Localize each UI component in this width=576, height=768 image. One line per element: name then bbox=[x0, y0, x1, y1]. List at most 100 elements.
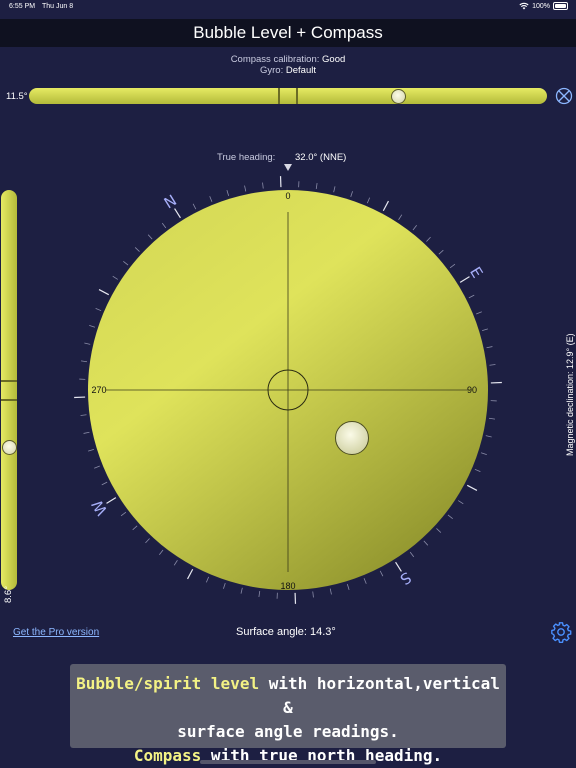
compass-tick bbox=[223, 582, 226, 589]
status-time: 6:55 PM bbox=[9, 3, 36, 10]
vertical-center-mark-top bbox=[1, 380, 17, 382]
compass-tick bbox=[458, 500, 464, 505]
compass-tick bbox=[134, 247, 140, 252]
compass-tick bbox=[329, 588, 332, 595]
compass-tick bbox=[101, 481, 108, 486]
compass-tick bbox=[89, 325, 96, 328]
compass-tick bbox=[83, 431, 90, 434]
vertical-bubble bbox=[1, 440, 17, 456]
dial-label-270: 270 bbox=[91, 385, 106, 395]
true-heading-value: 32.0° (NNE) bbox=[295, 152, 347, 163]
compass-tick bbox=[412, 225, 417, 231]
compass-tick bbox=[485, 435, 492, 438]
compass-tick bbox=[240, 587, 243, 594]
compass-calibration-line: Compass calibration: Good bbox=[0, 54, 576, 65]
dial-label-180: 180 bbox=[280, 581, 295, 591]
true-heading-label: True heading: bbox=[217, 152, 276, 163]
promo-line-2: surface angle readings. bbox=[177, 722, 399, 741]
cardinal-e: E bbox=[466, 264, 486, 282]
compass-tick bbox=[346, 584, 350, 590]
surface-angle-label: Surface angle: 14.3° bbox=[236, 626, 336, 638]
compass-calibration-value: Good bbox=[322, 54, 346, 65]
compass-tick bbox=[379, 570, 384, 577]
compass-tick bbox=[486, 346, 493, 349]
vertical-angle-label: 8.6° bbox=[3, 585, 14, 603]
compass-tick bbox=[174, 208, 181, 219]
compass-tick bbox=[209, 196, 213, 202]
compass-tick bbox=[106, 497, 117, 504]
compass-tick bbox=[95, 307, 102, 312]
gear-icon[interactable] bbox=[550, 621, 572, 643]
compass-tick bbox=[80, 360, 88, 363]
promo-line-1-rest: with horizontal,vertical & bbox=[259, 674, 500, 717]
gyro-label: Gyro: bbox=[260, 65, 284, 76]
dial-label-90: 90 bbox=[467, 385, 477, 395]
compass-tick bbox=[488, 417, 496, 420]
compass-tick bbox=[398, 214, 403, 220]
app-title: Bubble Level + Compass bbox=[193, 23, 383, 42]
promo-line-1: Bubble/spirit level with horizontal,vert… bbox=[70, 672, 506, 720]
title-bar: Bubble Level + Compass bbox=[0, 19, 576, 47]
compass-tick bbox=[423, 540, 429, 546]
surface-bubble bbox=[335, 421, 369, 455]
compass-calibration-label: Compass calibration: bbox=[230, 54, 320, 65]
compass-tick bbox=[258, 590, 261, 598]
compass-tick bbox=[226, 190, 230, 196]
compass-tick bbox=[395, 561, 402, 572]
horizontal-bubble bbox=[391, 88, 407, 104]
gyro-value: Default bbox=[285, 65, 316, 76]
compass-tick bbox=[363, 578, 367, 584]
compass-tick bbox=[159, 549, 164, 555]
compass-tick bbox=[480, 452, 487, 455]
compass-tick bbox=[438, 249, 444, 255]
compass-tick bbox=[409, 551, 415, 558]
compass-tick bbox=[333, 186, 336, 193]
compass-tick bbox=[205, 576, 210, 583]
status-right: 100% bbox=[519, 2, 568, 10]
compass-tick bbox=[123, 261, 129, 266]
promo-line-3-highlight: Compass bbox=[133, 746, 202, 765]
cardinal-w: W bbox=[88, 496, 111, 518]
magnetic-declination-label: Magnetic declination: 12.9° (E) bbox=[565, 333, 575, 456]
compass-tick bbox=[468, 294, 475, 299]
get-pro-version-link[interactable]: Get the Pro version bbox=[13, 627, 99, 638]
heading-pointer-icon bbox=[284, 164, 292, 171]
compass-tick bbox=[447, 514, 453, 519]
compass-tick bbox=[98, 289, 110, 296]
compass-tick bbox=[173, 560, 178, 566]
compass-tick bbox=[80, 414, 87, 416]
compass-tick bbox=[94, 465, 100, 469]
compass-tick bbox=[88, 448, 94, 452]
compass-tick bbox=[315, 182, 318, 190]
compass-tick bbox=[145, 538, 150, 544]
horizontal-center-mark-left bbox=[278, 88, 280, 104]
horizontal-center-mark-right bbox=[296, 88, 298, 104]
cardinal-n: N bbox=[161, 191, 180, 212]
compass-tick bbox=[426, 236, 431, 242]
compass-tick bbox=[449, 263, 456, 269]
home-indicator bbox=[200, 760, 376, 764]
promo-line-3: Compass with true north heading. bbox=[70, 744, 506, 768]
compass-tick bbox=[161, 222, 167, 229]
wifi-icon bbox=[519, 2, 529, 10]
compass-tick bbox=[192, 203, 197, 210]
status-date: Thu Jun 8 bbox=[42, 3, 74, 10]
vertical-level-bar bbox=[1, 190, 17, 590]
battery-icon bbox=[553, 2, 568, 10]
compass-tick bbox=[112, 275, 118, 280]
compass-tick bbox=[262, 182, 264, 189]
cardinal-s: S bbox=[397, 568, 415, 588]
compass-dial[interactable]: 0 90 180 270 N E S W bbox=[74, 176, 502, 604]
compass-tick bbox=[489, 364, 496, 366]
compass-lock-icon[interactable] bbox=[555, 87, 573, 105]
status-bar: 6:55 PM Thu Jun 8 100% bbox=[0, 0, 576, 16]
compass-tick bbox=[350, 191, 353, 198]
compass-tick bbox=[436, 528, 442, 533]
compass-tick bbox=[466, 484, 478, 491]
compass-tick bbox=[132, 525, 138, 531]
dial-label-0: 0 bbox=[285, 191, 290, 201]
vertical-center-mark-bottom bbox=[1, 399, 17, 401]
promo-banner: Bubble/spirit level with horizontal,vert… bbox=[70, 664, 506, 765]
compass-tick bbox=[476, 311, 482, 315]
compass-tick bbox=[120, 511, 127, 517]
